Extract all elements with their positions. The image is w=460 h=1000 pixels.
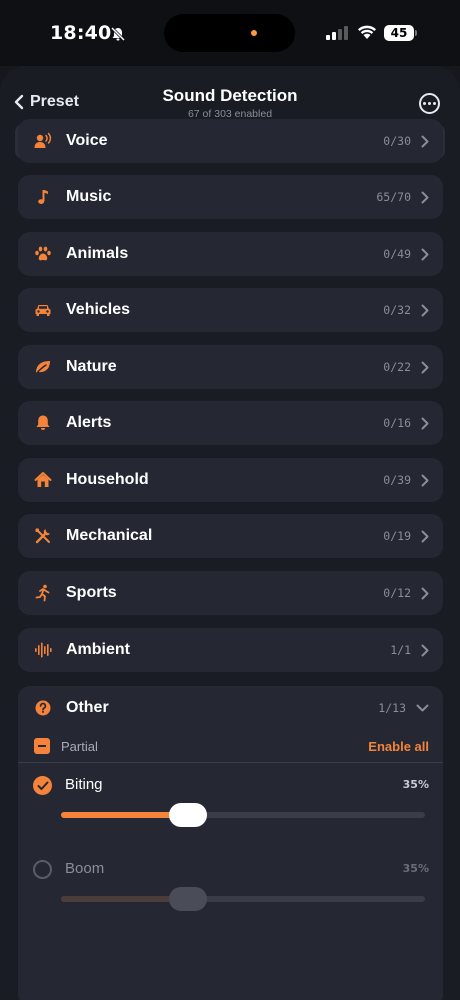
category-music[interactable]: Music 65/70 [18, 175, 443, 219]
category-label: Sports [66, 584, 117, 601]
status-bar: 18:40 45 [0, 0, 460, 66]
ellipsis-icon [423, 102, 426, 105]
category-label: Household [66, 471, 149, 488]
battery-tip [415, 30, 417, 36]
partial-checkbox[interactable] [34, 738, 50, 754]
chevron-right-icon [421, 304, 429, 317]
category-count: 65/70 [376, 190, 411, 204]
sensitivity-value: 35% [402, 862, 429, 875]
category-sports[interactable]: Sports 0/12 [18, 571, 443, 615]
category-label: Vehicles [66, 301, 131, 318]
category-count: 0/49 [383, 247, 411, 261]
paw-icon [34, 245, 52, 263]
voice-icon [34, 132, 52, 150]
category-ambient[interactable]: Ambient 1/1 [18, 628, 443, 672]
leaf-icon [34, 358, 52, 376]
bell-icon [34, 414, 52, 432]
sound-toggle-checked[interactable] [33, 776, 52, 795]
sound-name: Biting [65, 776, 103, 793]
cellular-signal-icon [326, 26, 348, 40]
question-icon [34, 699, 52, 717]
partial-label: Partial [61, 738, 98, 754]
category-count: 1/13 [378, 701, 406, 715]
category-animals[interactable]: Animals 0/49 [18, 232, 443, 276]
sensitivity-slider[interactable] [61, 803, 425, 827]
battery-indicator: 45 [384, 25, 414, 41]
category-vehicles[interactable]: Vehicles 0/32 [18, 288, 443, 332]
chevron-right-icon [421, 248, 429, 261]
sound-toggle-unchecked[interactable] [33, 860, 52, 879]
category-label: Other [66, 699, 109, 716]
waveform-icon [34, 641, 52, 659]
chevron-right-icon [421, 417, 429, 430]
chevron-right-icon [421, 644, 429, 657]
category-count: 0/30 [383, 134, 411, 148]
wifi-icon [358, 25, 376, 39]
chevron-right-icon [421, 135, 429, 148]
privacy-indicator-dot [251, 30, 257, 36]
category-count: 1/1 [390, 643, 411, 657]
sound-row-boom: Boom 35% [18, 847, 443, 931]
checkmark-icon [37, 781, 48, 790]
category-mechanical[interactable]: Mechanical 0/19 [18, 514, 443, 558]
category-label: Mechanical [66, 527, 153, 544]
status-time: 18:40 [50, 22, 112, 44]
slider-thumb[interactable] [169, 803, 208, 827]
sensitivity-value: 35% [402, 778, 429, 791]
chevron-down-icon [416, 704, 429, 712]
house-icon [34, 471, 52, 489]
category-label: Music [66, 188, 112, 205]
bell-off-icon [110, 26, 126, 42]
category-label: Ambient [66, 641, 130, 658]
music-note-icon [34, 188, 52, 206]
category-voice[interactable]: Voice 0/30 [18, 119, 443, 163]
category-household[interactable]: Household 0/39 [18, 458, 443, 502]
chevron-right-icon [421, 530, 429, 543]
dynamic-island [164, 14, 295, 52]
category-count: 0/16 [383, 416, 411, 430]
category-label: Alerts [66, 414, 112, 431]
chevron-right-icon [421, 361, 429, 374]
category-label: Voice [66, 132, 108, 149]
more-options-button[interactable] [419, 93, 440, 114]
category-count: 0/19 [383, 529, 411, 543]
tools-icon [34, 527, 52, 545]
sound-row-biting: Biting 35% [18, 763, 443, 847]
category-label: Animals [66, 245, 129, 262]
sound-name: Boom [65, 860, 105, 877]
chevron-right-icon [421, 587, 429, 600]
slider-thumb[interactable] [169, 887, 208, 911]
category-count: 0/12 [383, 586, 411, 600]
sensitivity-slider[interactable] [61, 887, 425, 911]
partial-selection-row: Partial Enable all [18, 730, 443, 763]
category-other-expanded: Other 1/13 Partial Enable all Biting 35%… [18, 686, 443, 1000]
enable-all-button[interactable]: Enable all [368, 739, 429, 754]
category-label: Nature [66, 358, 117, 375]
chevron-right-icon [421, 191, 429, 204]
running-icon [34, 584, 52, 602]
category-count: 0/22 [383, 360, 411, 374]
minus-icon [38, 745, 46, 747]
page-title: Sound Detection [162, 86, 298, 105]
chevron-right-icon [421, 474, 429, 487]
category-count: 0/32 [383, 303, 411, 317]
category-alerts[interactable]: Alerts 0/16 [18, 401, 443, 445]
category-nature[interactable]: Nature 0/22 [18, 345, 443, 389]
category-count: 0/39 [383, 473, 411, 487]
category-other-header[interactable]: Other 1/13 [18, 686, 443, 730]
car-icon [34, 301, 52, 319]
